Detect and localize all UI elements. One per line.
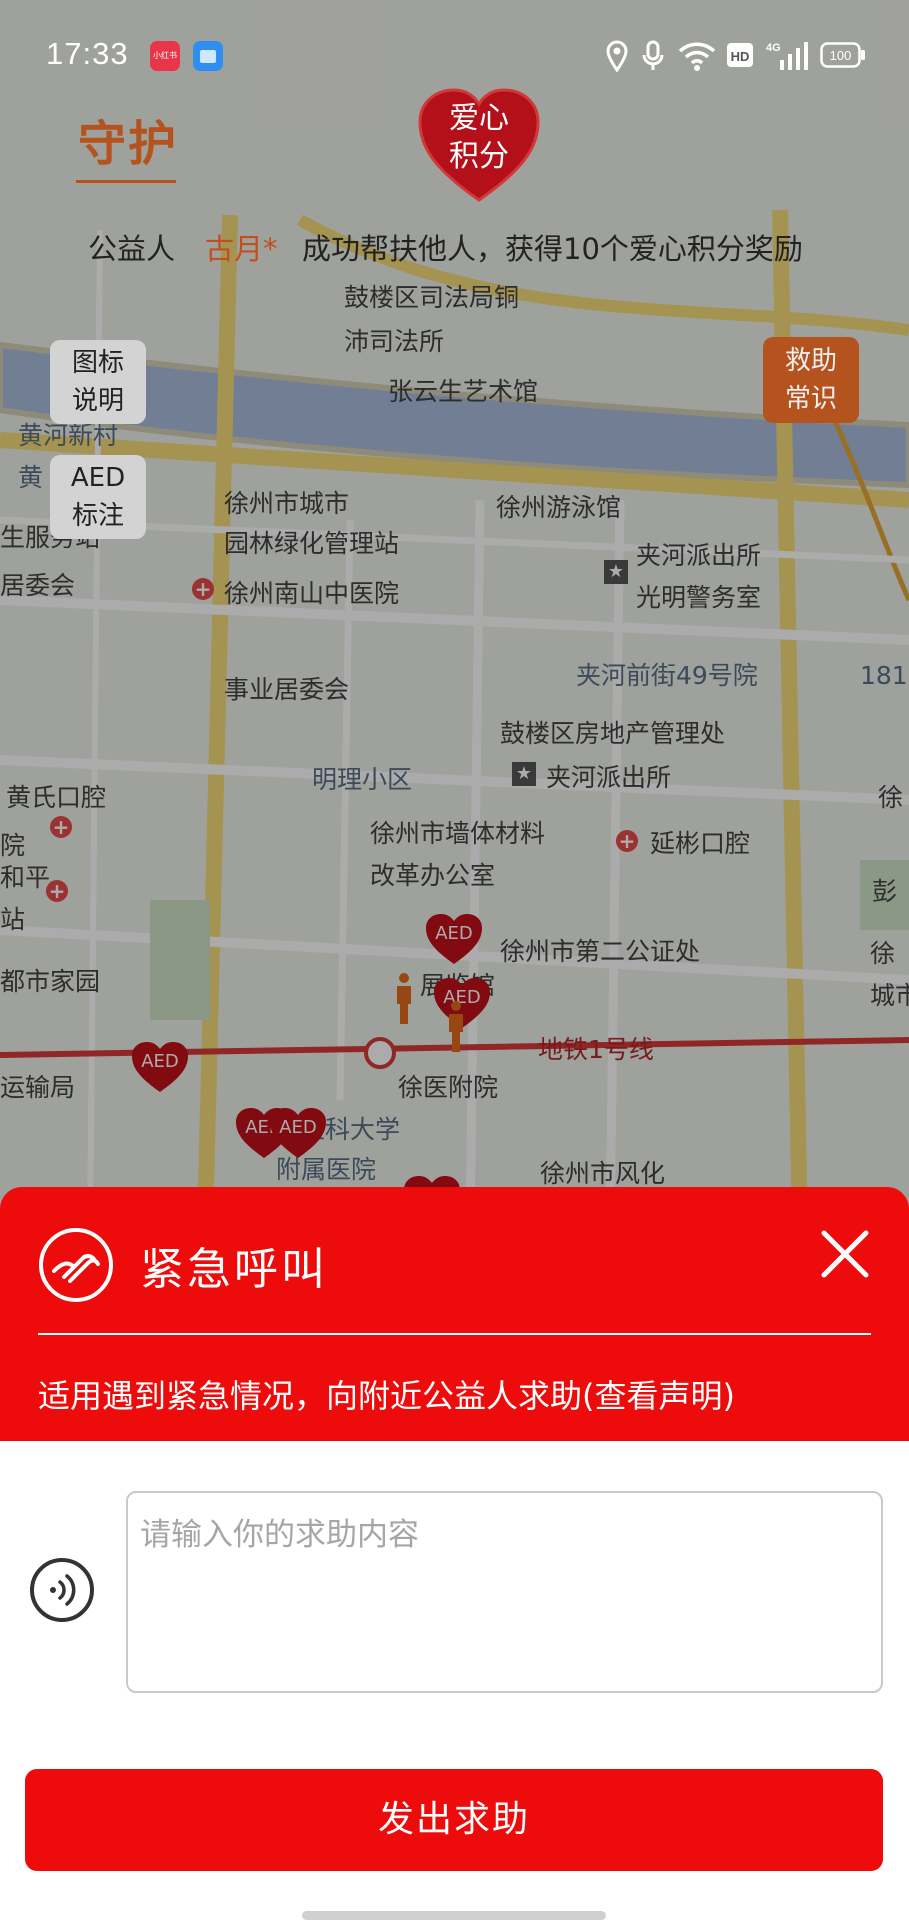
- help-content-input[interactable]: [126, 1491, 883, 1693]
- emergency-call-panel-body: 发出求助: [0, 1441, 909, 1920]
- svg-text:4G: 4G: [766, 42, 781, 54]
- emergency-call-panel-header: 紧急呼叫 适用遇到紧急情况，向附近公益人求助(查看声明): [0, 1187, 909, 1441]
- battery-icon: 100: [820, 42, 865, 68]
- panel-title: 紧急呼叫: [140, 1244, 328, 1295]
- divider: [38, 1333, 871, 1335]
- button-label: 图标: [71, 348, 124, 378]
- logo-text-line: 积分: [449, 139, 509, 174]
- files-app-icon: [193, 41, 223, 71]
- button-label: 说明: [71, 386, 124, 416]
- xiaohongshu-app-icon: 小红书: [150, 41, 180, 71]
- microphone-icon: [642, 40, 664, 70]
- cellular-signal-icon: 4G: [766, 42, 808, 70]
- svg-text:100: 100: [830, 48, 852, 63]
- helping-hand-icon: [39, 1228, 113, 1302]
- send-help-button[interactable]: 发出求助: [25, 1769, 883, 1871]
- button-label: AED: [70, 463, 126, 493]
- tab-guard[interactable]: 守护: [78, 104, 178, 174]
- close-icon[interactable]: [818, 1227, 872, 1281]
- button-label: 救助: [784, 346, 837, 376]
- rescue-tips-button[interactable]: 救助 常识: [763, 337, 859, 423]
- location-icon: [606, 40, 628, 72]
- tab-active-indicator: [76, 180, 176, 183]
- ticker-prefix: 公益人: [88, 232, 176, 266]
- home-indicator[interactable]: [302, 1911, 606, 1920]
- logo-text-line: 爱心: [449, 101, 509, 136]
- icon-legend-button[interactable]: 图标 说明: [50, 340, 146, 424]
- hd-voice-icon: HD: [727, 43, 753, 67]
- button-label: 常识: [784, 384, 837, 414]
- voice-input-icon[interactable]: [29, 1557, 95, 1623]
- status-time: 17:33: [46, 36, 129, 71]
- aed-mark-button[interactable]: AED 标注: [50, 455, 146, 539]
- love-points-label[interactable]: 爱心 积分: [416, 100, 542, 176]
- panel-description-link[interactable]: 适用遇到紧急情况，向附近公益人求助(查看声明): [38, 1371, 735, 1417]
- ticker-username: 古月*: [205, 232, 278, 266]
- wifi-icon: [678, 42, 716, 71]
- svg-text:HD: HD: [731, 49, 750, 64]
- points-ticker: 公益人 古月* 成功帮扶他人，获得10个爱心积分奖励: [0, 222, 909, 282]
- button-label: 标注: [71, 501, 124, 531]
- ticker-message: 成功帮扶他人，获得10个爱心积分奖励: [302, 232, 803, 266]
